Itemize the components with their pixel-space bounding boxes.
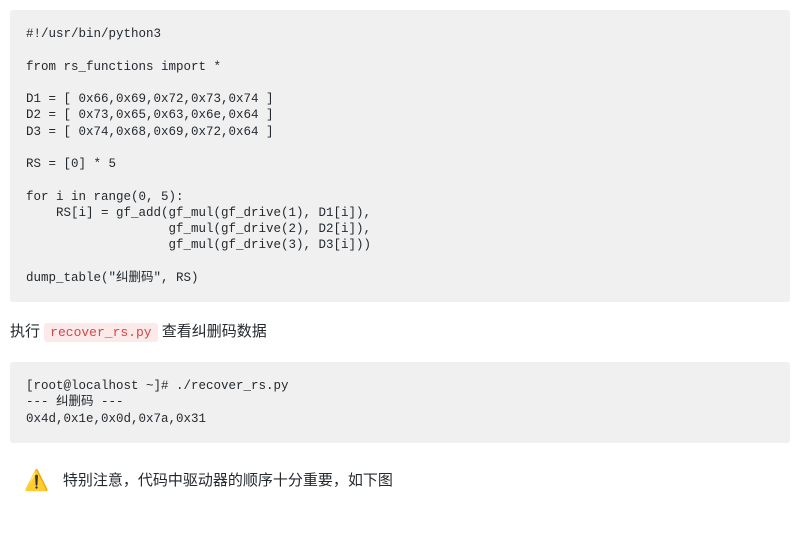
text-suffix: 查看纠删码数据 [158, 323, 267, 340]
code-block-1: #!/usr/bin/python3 from rs_functions imp… [10, 10, 790, 302]
alert-text: 特别注意，代码中驱动器的顺序十分重要，如下图 [63, 469, 393, 493]
text-prefix: 执行 [10, 323, 44, 340]
code-block-2: [root@localhost ~]# ./recover_rs.py --- … [10, 362, 790, 443]
warning-icon: ⚠️ [24, 471, 49, 491]
paragraph-run-script: 执行 recover_rs.py 查看纠删码数据 [10, 320, 790, 344]
alert-box: ⚠️ 特别注意，代码中驱动器的顺序十分重要，如下图 [10, 453, 790, 509]
inline-code-filename: recover_rs.py [44, 323, 157, 342]
